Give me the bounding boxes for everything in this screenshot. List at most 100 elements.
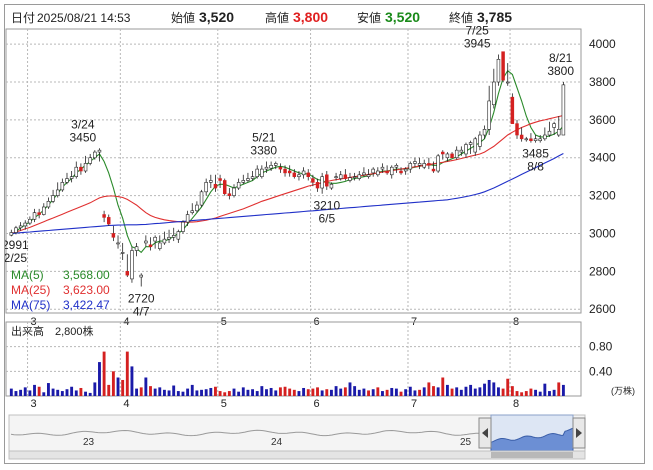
volume-month-label: 4: [123, 398, 129, 410]
moving-average-lines: [10, 69, 564, 254]
candle-down: [125, 271, 130, 276]
ma-line-ma5: [10, 69, 564, 254]
volume-bar: [469, 384, 473, 396]
ma-legend-value: 3,623.00: [63, 283, 110, 297]
candle-up: [482, 129, 487, 136]
volume-bar: [246, 389, 250, 396]
volume-tick-label: 0.80: [589, 340, 613, 354]
candle-up: [533, 138, 538, 142]
volume-bar: [376, 387, 380, 396]
date-label: 日付: [11, 11, 35, 25]
candle-up: [236, 182, 241, 189]
candle-down: [292, 172, 297, 177]
candle-up: [199, 191, 204, 206]
volume-bar: [274, 390, 278, 396]
candle-up: [250, 176, 255, 179]
candle-up: [445, 153, 450, 159]
volume-bar: [232, 388, 236, 396]
annotation-value: 3450: [69, 130, 96, 144]
volume-bar: [404, 389, 408, 396]
volume-bar: [348, 382, 352, 396]
candle-up: [487, 100, 491, 130]
volume-bar: [329, 389, 333, 396]
candle-down: [213, 183, 218, 189]
candle-up: [390, 166, 394, 176]
candle-up: [65, 178, 69, 183]
candle-down: [441, 151, 445, 155]
volume-tick-label: 0.40: [589, 364, 613, 378]
candle-up: [130, 250, 134, 280]
volume-month-label: 7: [411, 398, 417, 410]
volume-bar: [265, 389, 268, 396]
candle-up: [260, 168, 264, 177]
volume-month-axis: 3 4 5 6 7 8: [31, 398, 520, 410]
annotation-date: 5/21: [252, 131, 276, 145]
candle-down: [287, 170, 292, 174]
volume-bar: [418, 389, 422, 396]
candle-up: [557, 129, 561, 136]
annotation-date: 8/8: [527, 160, 544, 174]
candle-up: [14, 227, 18, 233]
navigator-scrollbar-thumb[interactable]: [491, 452, 573, 458]
period-navigator[interactable]: 23 24 25: [8, 414, 586, 460]
volume-bar: [390, 387, 394, 396]
volume-bar: [399, 391, 403, 396]
volume-bar: [487, 379, 491, 396]
candle-up: [417, 163, 422, 166]
candle-down: [315, 182, 320, 189]
candle-up: [301, 170, 306, 176]
volume-bar: [552, 389, 556, 396]
volume-bar: [195, 390, 199, 396]
candle-up: [320, 176, 324, 189]
volume-bar: [23, 387, 27, 396]
ma-legend-value: 3,568.00: [63, 268, 110, 282]
navigator-label-24: 24: [271, 437, 283, 448]
candle-up: [153, 236, 157, 242]
candle-up: [241, 180, 246, 183]
volume-bar: [413, 390, 417, 396]
candle-up: [505, 81, 510, 84]
volume-bar: [306, 389, 310, 396]
volume-bar: [37, 386, 41, 396]
candle-up: [60, 182, 65, 191]
candle-up: [274, 163, 278, 166]
annotation-value: 3485: [522, 147, 549, 161]
candle-up: [352, 176, 357, 178]
candle-up: [32, 212, 37, 220]
volume-bar: [394, 388, 398, 396]
candle-up: [55, 189, 60, 196]
volume-bar: [144, 377, 148, 396]
candle-down: [37, 212, 41, 215]
volume-bar: [302, 387, 306, 396]
volume-month-label: 5: [221, 398, 227, 410]
candle-up: [83, 163, 88, 172]
volume-bar: [209, 387, 213, 396]
volume-bar: [408, 386, 412, 396]
annotation-date: 4/7: [133, 304, 150, 318]
volume-bar: [88, 392, 92, 396]
ma-legend: MA(5) 3,568.00 MA(25) 3,623.00 MA(75) 3,422.4…: [11, 268, 110, 312]
candle-up: [139, 274, 143, 278]
volume-bar: [311, 388, 315, 396]
volume-bar: [162, 389, 166, 396]
volume-bar: [529, 388, 533, 396]
ma-legend-label: MA(25): [11, 283, 50, 297]
volume-month-label: 8: [513, 398, 519, 410]
candle-down: [510, 96, 515, 124]
volume-bar: [130, 366, 134, 396]
volume-bar: [60, 391, 64, 396]
volume-bar: [200, 389, 203, 396]
annotation-date: 2/25: [5, 251, 27, 265]
candle-up: [468, 142, 473, 145]
volume-bar: [385, 389, 389, 396]
candle-up: [51, 195, 55, 202]
annotation-value: 3380: [250, 144, 277, 158]
ma-legend-label: MA(75): [11, 298, 50, 312]
chart-frame: 日付 2025/08/21 14:53 始値 3,520 高値 3,800 安値…: [4, 4, 645, 464]
candle-up: [181, 221, 185, 232]
candle-up: [538, 138, 542, 142]
candle-down: [529, 138, 533, 142]
volume-bar: [14, 391, 18, 396]
candle-up: [408, 163, 413, 170]
candle-up: [496, 58, 501, 83]
